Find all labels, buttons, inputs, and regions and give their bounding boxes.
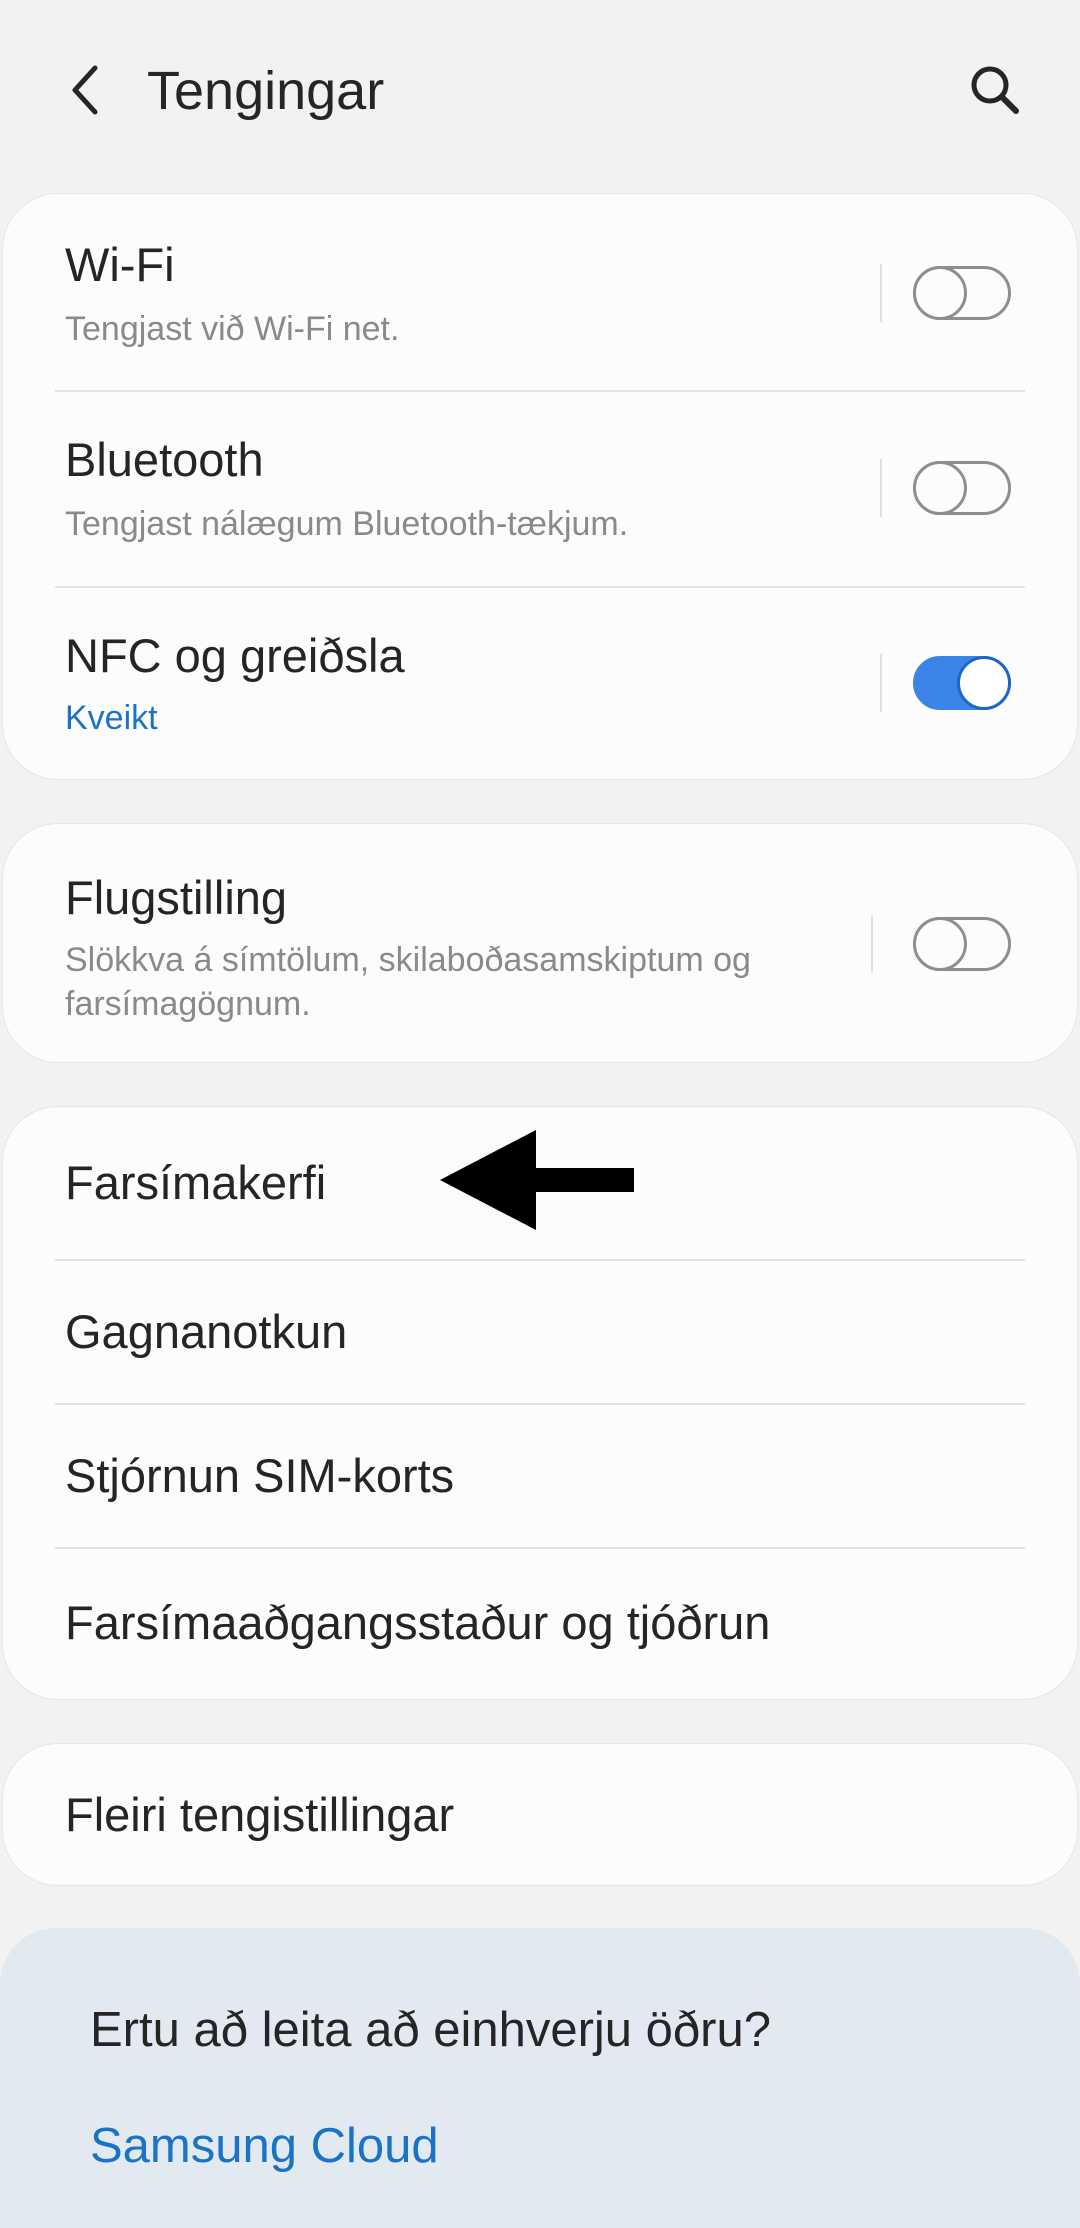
sim-manager-label: Stjórnun SIM-korts [65,1449,455,1502]
nfc-toggle[interactable] [913,656,1011,710]
toggle-knob [913,917,967,971]
more-settings-card: Fleiri tengistillingar [2,1743,1078,1886]
arrow-left-icon [440,1130,634,1230]
chevron-left-icon [72,65,98,115]
nfc-separator [880,654,882,712]
bluetooth-row[interactable]: Bluetooth Tengjast nálægum Bluetooth-tæk… [3,392,1077,587]
wifi-separator [880,264,882,322]
list-item[interactable]: Stjórnun SIM-korts [3,1405,1077,1547]
bluetooth-separator [880,459,882,517]
bluetooth-title: Bluetooth [65,433,264,486]
nfc-row[interactable]: NFC og greiðsla Kveikt [3,588,1077,779]
airplane-separator [871,915,873,973]
nfc-title: NFC og greiðsla [65,629,405,682]
nfc-status: Kveikt [65,699,158,737]
page-title: Tengingar [147,61,385,121]
wifi-row[interactable]: Wi-Fi Tengjast við Wi-Fi net. [3,194,1077,390]
suggestion-panel: Ertu að leita að einhverju öðru? Samsung… [0,1928,1080,2228]
suggestion-title: Ertu að leita að einhverju öðru? [90,2003,771,2057]
back-button[interactable] [50,50,120,130]
search-button[interactable] [960,50,1030,130]
connections-card: Wi-Fi Tengjast við Wi-Fi net. Bluetooth … [2,193,1078,780]
airplane-row[interactable]: Flugstilling Slökkva á símtölum, skilabo… [3,824,1077,1062]
airplane-title: Flugstilling [65,871,288,924]
wifi-subtitle: Tengjast við Wi-Fi net. [65,310,400,348]
app-bar: Tengingar [0,0,1080,180]
wifi-toggle[interactable] [913,266,1011,320]
bluetooth-subtitle: Tengjast nálægum Bluetooth-tækjum. [65,505,629,543]
list-item[interactable]: Gagnanotkun [3,1261,1077,1403]
samsung-cloud-link[interactable]: Samsung Cloud [90,2116,439,2176]
airplane-subtitle-line2: farsímagögnum. [65,985,311,1023]
toggle-knob [913,266,967,320]
airplane-subtitle-line1: Slökkva á símtölum, skilaboðasamskiptum … [65,941,751,979]
toggle-knob [913,461,967,515]
wifi-title: Wi-Fi [65,238,175,291]
toggle-knob [957,656,1011,710]
more-connection-settings-row[interactable]: Fleiri tengistillingar [3,1744,1077,1885]
search-icon [971,66,1019,114]
hotspot-tethering-label: Farsímaaðgangsstaður og tjóðrun [65,1596,771,1649]
airplane-toggle[interactable] [913,917,1011,971]
data-usage-label: Gagnanotkun [65,1305,348,1358]
list-item[interactable]: Farsímaaðgangsstaður og tjóðrun [3,1549,1077,1699]
bluetooth-toggle[interactable] [913,461,1011,515]
airplane-card: Flugstilling Slökkva á símtölum, skilabo… [2,823,1078,1063]
more-connection-settings-label: Fleiri tengistillingar [65,1788,455,1841]
mobile-networks-label: Farsímakerfi [65,1156,327,1209]
